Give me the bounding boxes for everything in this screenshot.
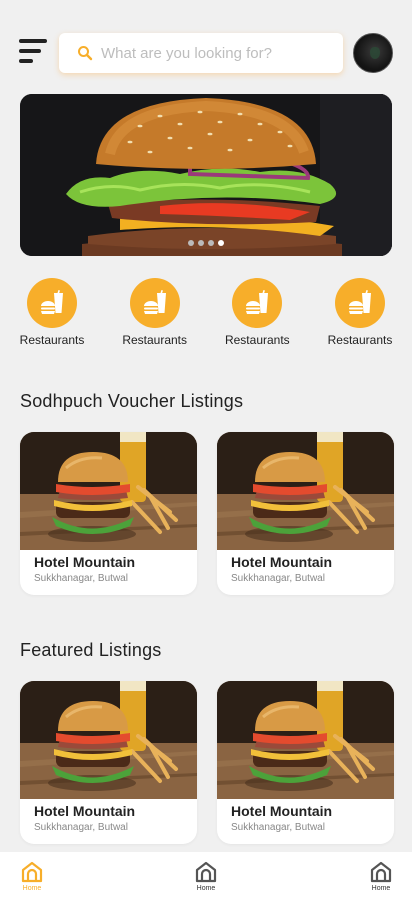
banner-burger-image <box>20 94 392 256</box>
hero-banner[interactable] <box>20 94 392 256</box>
carousel-dot-4[interactable] <box>218 240 224 246</box>
listing-image <box>20 432 197 550</box>
search-icon <box>77 45 93 61</box>
home-icon <box>369 860 393 884</box>
search-input[interactable] <box>101 44 321 62</box>
category-row: Restaurants Restaurants Restaurants Rest… <box>20 278 392 347</box>
listing-image <box>20 681 197 799</box>
listing-card[interactable]: Hotel Mountain Sukkhanagar, Butwal <box>217 432 394 595</box>
carousel-dot-3[interactable] <box>208 240 214 246</box>
category-label: Restaurants <box>19 333 85 347</box>
category-item-restaurants[interactable]: Restaurants <box>224 278 290 347</box>
listing-location: Sukkhanagar, Butwal <box>34 573 128 584</box>
bottom-nav: Home Home Home <box>0 852 412 897</box>
featured-listings: Hotel Mountain Sukkhanagar, Butwal Hotel… <box>20 681 394 844</box>
listing-title: Hotel Mountain <box>34 803 136 819</box>
listing-location: Sukkhanagar, Butwal <box>231 573 325 584</box>
fastfood-icon <box>232 278 283 328</box>
category-item-restaurants[interactable]: Restaurants <box>122 278 188 347</box>
home-icon <box>20 860 44 884</box>
fastfood-icon <box>334 278 385 328</box>
search-bar[interactable] <box>59 33 343 73</box>
home-icon <box>194 860 218 884</box>
category-label: Restaurants <box>327 333 393 347</box>
nav-item-home[interactable]: Home <box>191 860 221 892</box>
carousel-dots <box>188 240 224 246</box>
top-bar <box>19 33 393 73</box>
listing-image <box>217 681 394 799</box>
listing-card[interactable]: Hotel Mountain Sukkhanagar, Butwal <box>20 681 197 844</box>
nav-label: Home <box>22 885 42 892</box>
listing-image <box>217 432 394 550</box>
fastfood-icon <box>129 278 180 328</box>
nav-item-home[interactable]: Home <box>366 860 396 892</box>
category-item-restaurants[interactable]: Restaurants <box>328 278 392 347</box>
category-label: Restaurants <box>224 333 290 347</box>
nav-label: Home <box>196 885 216 892</box>
listing-card[interactable]: Hotel Mountain Sukkhanagar, Butwal <box>20 432 197 595</box>
featured-section-title: Featured Listings <box>20 640 162 660</box>
category-label: Restaurants <box>122 333 188 347</box>
fastfood-icon <box>27 278 77 328</box>
listing-location: Sukkhanagar, Butwal <box>231 822 325 833</box>
voucher-listings: Hotel Mountain Sukkhanagar, Butwal Hotel… <box>20 432 394 595</box>
listing-location: Sukkhanagar, Butwal <box>34 822 128 833</box>
carousel-dot-2[interactable] <box>198 240 204 246</box>
listing-title: Hotel Mountain <box>231 554 333 570</box>
carousel-dot-1[interactable] <box>188 240 194 246</box>
category-item-restaurants[interactable]: Restaurants <box>20 278 84 347</box>
hamburger-menu-icon[interactable] <box>19 39 49 65</box>
nav-item-home[interactable]: Home <box>17 860 47 892</box>
nav-label: Home <box>371 885 391 892</box>
listing-card[interactable]: Hotel Mountain Sukkhanagar, Butwal <box>217 681 394 844</box>
user-avatar[interactable] <box>353 33 393 73</box>
voucher-section-title: Sodhpuch Voucher Listings <box>20 391 244 411</box>
listing-title: Hotel Mountain <box>34 554 136 570</box>
listing-title: Hotel Mountain <box>231 803 333 819</box>
